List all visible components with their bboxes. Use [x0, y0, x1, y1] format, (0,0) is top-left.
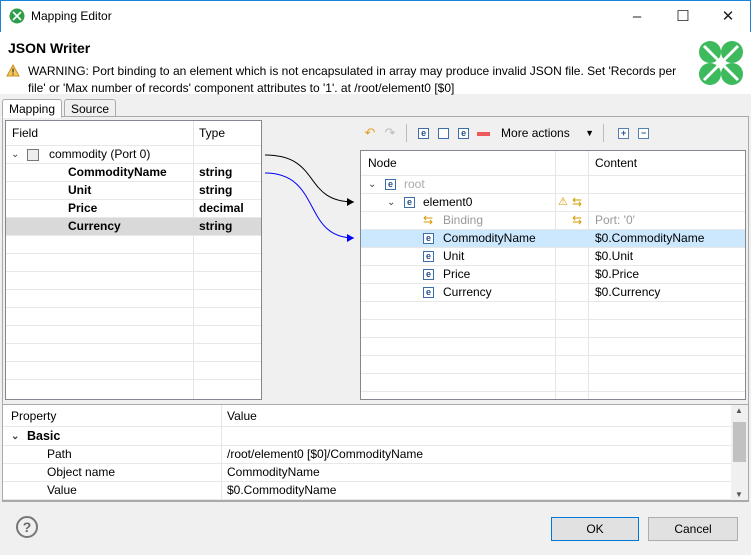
property-name: Object name: [47, 465, 116, 479]
property-name: Path: [47, 447, 72, 461]
tree-row-binding[interactable]: ⇆ Binding ⇆ Port: '0': [361, 212, 745, 230]
dialog-header: JSON Writer WARNING: Port binding to an …: [0, 32, 751, 95]
column-value: Value: [227, 409, 257, 423]
node-label: Currency: [443, 285, 492, 299]
maximize-button[interactable]: ☐: [660, 1, 706, 32]
node-content: Port: '0': [595, 213, 635, 227]
node-label: CommodityName: [443, 231, 536, 245]
field-name: CommodityName: [68, 165, 167, 179]
help-button[interactable]: ?: [16, 516, 38, 538]
close-button[interactable]: ✕: [705, 1, 751, 32]
remove-icon[interactable]: [474, 124, 494, 142]
add-wildcard-icon[interactable]: e: [454, 124, 474, 142]
tree-row-element0[interactable]: ⌄ e element0 ⚠ ⇆: [361, 194, 745, 212]
element-icon: e: [423, 287, 434, 298]
node-content: $0.Unit: [595, 249, 634, 263]
field-name: Price: [68, 201, 98, 215]
dialog-title: JSON Writer: [8, 40, 91, 56]
warning-icon: [6, 64, 20, 77]
field-name: Unit: [68, 183, 92, 197]
target-tree[interactable]: Node Content ⌄ e root ⌄ e element0 ⚠ ⇆ ⇆ Binding…: [360, 150, 746, 400]
undo-icon[interactable]: ↶: [360, 124, 380, 142]
node-label: Binding: [443, 213, 484, 227]
source-tree[interactable]: Field Type ⌄ commodity (Port 0) Commodity…: [5, 120, 262, 400]
add-child-icon[interactable]: +: [434, 124, 454, 142]
properties-table[interactable]: Property Value ⌄ Basic Path/root/element0 …: [2, 404, 749, 501]
field-row-selected[interactable]: Currency string: [6, 218, 261, 236]
more-actions-button[interactable]: More actions: [501, 126, 570, 140]
app-logo-icon: [9, 8, 25, 24]
element-icon: e: [423, 233, 434, 244]
column-type[interactable]: Type: [199, 121, 225, 146]
title-bar: Mapping Editor – ☐ ✕: [0, 0, 751, 32]
mapping-connectors: [264, 154, 355, 242]
node-label: Price: [443, 267, 471, 281]
scrollbar[interactable]: ▲ ▼: [731, 405, 748, 500]
property-row[interactable]: Path/root/element0 [$0]/CommodityName: [3, 446, 748, 464]
field-type: string: [199, 165, 233, 179]
property-value[interactable]: $0.CommodityName: [227, 482, 336, 499]
property-value[interactable]: CommodityName: [227, 464, 320, 481]
scrollbar-thumb[interactable]: [733, 422, 746, 462]
redo-icon[interactable]: ↷: [380, 124, 400, 142]
field-row[interactable]: Price decimal: [6, 200, 261, 218]
tree-row[interactable]: e Unit $0.Unit: [361, 248, 745, 266]
mapping-line-element0: [264, 154, 355, 203]
clover-logo: [699, 41, 743, 85]
property-row[interactable]: Value $0.CommodityName: [3, 482, 748, 500]
property-group-basic[interactable]: ⌄ Basic: [3, 428, 748, 446]
element-icon: e: [423, 251, 434, 262]
record-icon: [27, 149, 39, 161]
property-row[interactable]: Object name CommodityName: [3, 464, 748, 482]
chevron-down-icon[interactable]: ⌄: [11, 146, 21, 163]
collapse-all-icon[interactable]: −: [634, 124, 654, 142]
add-element-icon[interactable]: e: [414, 124, 434, 142]
toolbar: ↶ ↷ e + e More actions ▼ + −: [360, 124, 670, 144]
column-content[interactable]: Content: [595, 151, 637, 176]
tree-row-selected[interactable]: e CommodityName $0.CommodityName: [361, 230, 745, 248]
column-field[interactable]: Field: [12, 121, 38, 146]
field-row[interactable]: Unit string: [6, 182, 261, 200]
minimize-button[interactable]: –: [614, 1, 660, 32]
tab-source[interactable]: Source: [64, 99, 117, 117]
node-content: $0.Currency: [595, 285, 661, 299]
warning-message: WARNING: Port binding to an element whic…: [28, 64, 677, 95]
tree-row-record[interactable]: ⌄ commodity (Port 0): [6, 146, 261, 164]
element-icon: e: [385, 179, 396, 190]
window-title: Mapping Editor: [31, 9, 112, 23]
column-node[interactable]: Node: [368, 151, 397, 176]
field-row[interactable]: CommodityName string: [6, 164, 261, 182]
binding-icon: ⇆: [572, 195, 583, 209]
tree-row[interactable]: e Price $0.Price: [361, 266, 745, 284]
node-label: Unit: [443, 249, 465, 263]
tree-row[interactable]: e Currency $0.Currency: [361, 284, 745, 302]
element-icon: e: [404, 197, 415, 208]
mapping-line-commodityname: [264, 172, 355, 239]
field-type: string: [199, 183, 233, 197]
field-type: decimal: [199, 201, 244, 215]
element-icon: e: [423, 269, 434, 280]
expand-all-icon[interactable]: +: [614, 124, 634, 142]
node-label: root: [404, 177, 425, 191]
tab-mapping[interactable]: Mapping: [2, 99, 63, 118]
node-content: $0.Price: [595, 267, 640, 281]
field-name: Currency: [68, 219, 121, 233]
node-content: $0.CommodityName: [595, 231, 705, 245]
binding-icon: ⇆: [572, 213, 583, 227]
tree-row-root[interactable]: ⌄ e root: [361, 176, 745, 194]
record-label: commodity (Port 0): [49, 147, 151, 161]
field-type: string: [199, 219, 233, 233]
ok-button[interactable]: OK: [551, 517, 639, 541]
node-label: element0: [423, 195, 473, 209]
property-value[interactable]: /root/element0 [$0]/CommodityName: [227, 446, 423, 463]
binding-icon: ⇆: [423, 213, 434, 227]
dropdown-arrow-icon[interactable]: ▼: [585, 128, 594, 138]
warning-icon: ⚠: [558, 196, 568, 208]
cancel-button[interactable]: Cancel: [648, 517, 738, 541]
group-label: Basic: [27, 429, 61, 443]
property-name: Value: [47, 483, 77, 497]
column-property: Property: [11, 409, 57, 423]
